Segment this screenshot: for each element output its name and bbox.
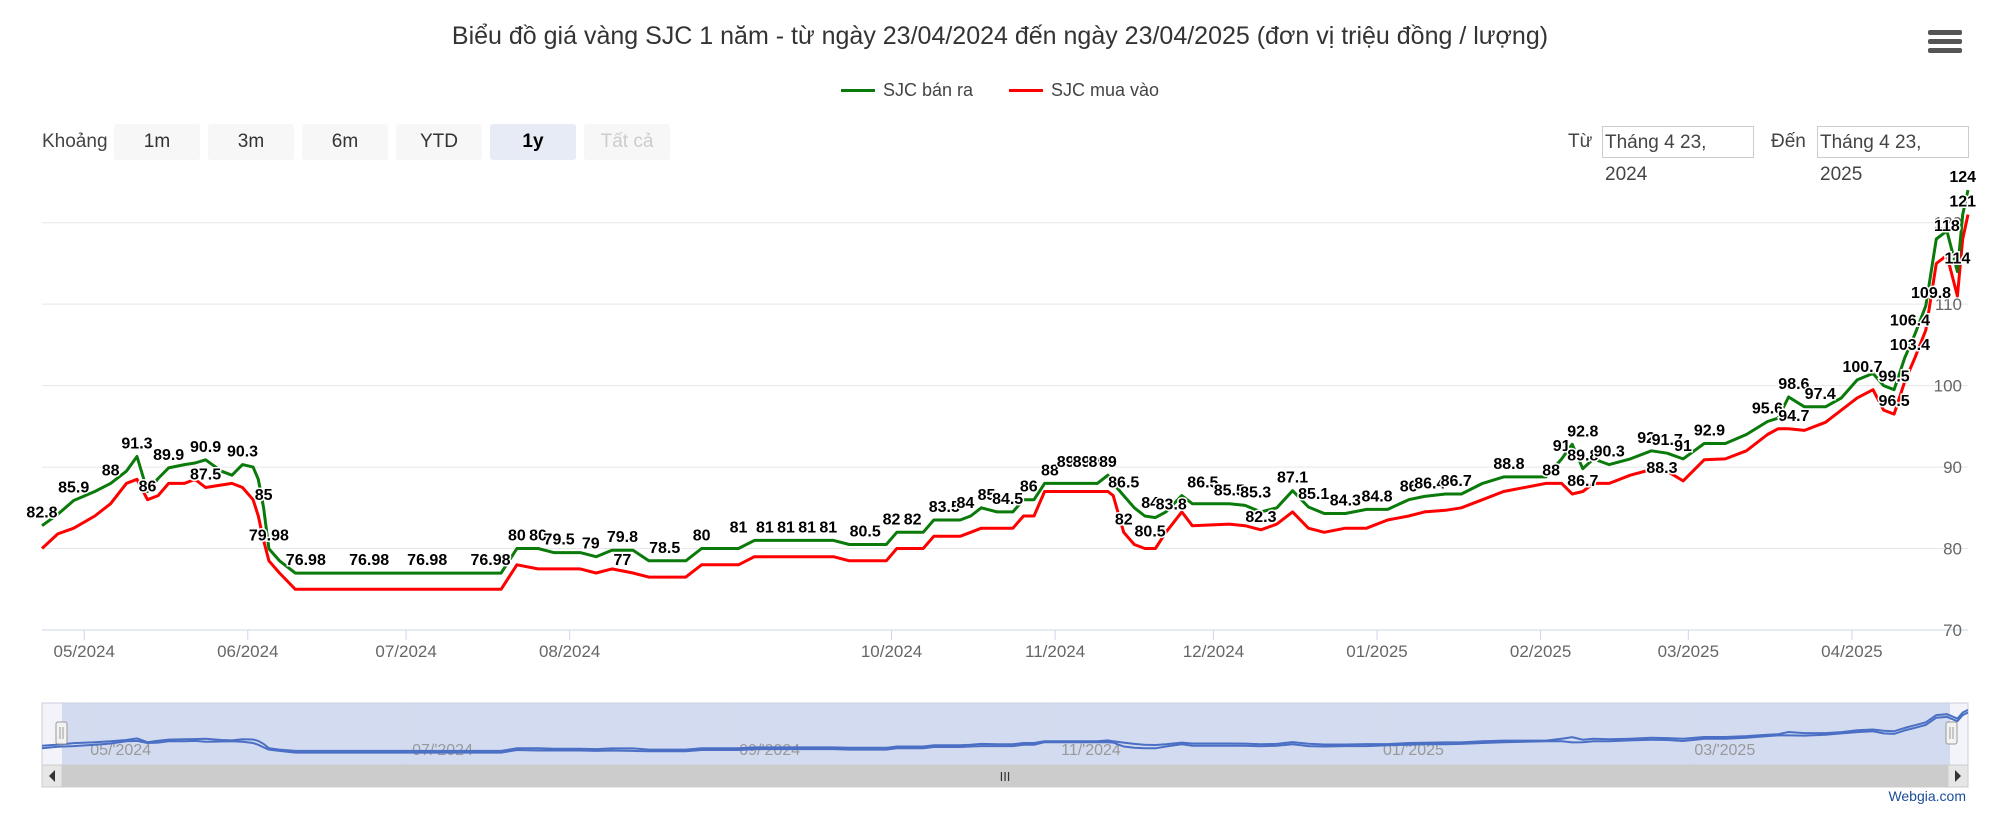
data-label: 85.3 [1240, 484, 1271, 501]
data-label: 76.98 [470, 552, 510, 569]
data-label: 82.3 [1245, 509, 1276, 526]
series-lines [40, 189, 1970, 591]
data-label: 100.7 [1842, 359, 1882, 376]
x-axis: 05/2024 06/2024 07/2024 08/2024 10/2024 11/20… [53, 630, 1883, 661]
data-label: 88 [1542, 462, 1560, 479]
data-label: 88.8 [1493, 456, 1524, 473]
data-labels: 82.885.98891.38689.9 90.987.590.38579.987… [25, 168, 1978, 571]
data-label: 84 [957, 495, 975, 512]
data-label: 76.98 [286, 552, 326, 569]
y-tick-label: 70 [1943, 621, 1962, 640]
data-label: 78.5 [649, 540, 680, 557]
data-label: 83.8 [1156, 497, 1187, 514]
data-label: 84.8 [1361, 488, 1392, 505]
data-label: 86 [139, 479, 157, 496]
data-label: 85.9 [58, 479, 89, 496]
scrollbar-grip-icon: III [1000, 769, 1011, 784]
series-line-sell [41, 189, 1970, 575]
x-tick-label: 02/2025 [1510, 642, 1571, 661]
data-label: 109.8 [1911, 285, 1951, 302]
data-label: 88.3 [1646, 460, 1677, 477]
data-label: 91.3 [121, 436, 152, 453]
navigator-label: 09/'2024 [739, 742, 800, 759]
data-label: 83.5 [929, 499, 960, 516]
x-tick-label: 08/2024 [539, 642, 600, 661]
x-tick-label: 03/2025 [1658, 642, 1719, 661]
data-label: 85.1 [1298, 486, 1329, 503]
y-tick-label: 100 [1934, 377, 1962, 396]
navigator: 05/'2024 07/'2024 09/'2024 11/'2024 01/'2025… [41, 702, 1969, 766]
navigator-label: 03/'2025 [1694, 742, 1755, 759]
data-label: 80 [693, 528, 711, 545]
data-label: 80.5 [850, 523, 881, 540]
scrollbar: III [41, 764, 1969, 788]
data-label: 82 [1115, 511, 1133, 528]
data-label: 92.9 [1694, 422, 1725, 439]
data-label: 103.4 [1890, 337, 1930, 354]
y-tick-label: 80 [1943, 540, 1962, 559]
data-label: 86 [1020, 479, 1038, 496]
data-label: 80.5 [1135, 523, 1166, 540]
data-label: 76.98 [349, 552, 389, 569]
data-label: 77 [614, 552, 632, 569]
data-label: 85 [255, 487, 273, 504]
data-label: 90.3 [1594, 444, 1625, 461]
x-tick-label: 04/2025 [1821, 642, 1882, 661]
data-label: 79.5 [544, 532, 575, 549]
data-label: 99.5 [1879, 369, 1910, 386]
credits-link[interactable]: Webgia.com [1888, 788, 1966, 804]
data-label: 91 [1674, 438, 1692, 455]
data-label: 89.9 [153, 447, 184, 464]
data-label: 90.9 [190, 439, 221, 456]
data-label: 94.7 [1778, 408, 1809, 425]
data-label: 80 [508, 528, 526, 545]
data-label: 96.5 [1879, 393, 1910, 410]
data-label: 86.7 [1567, 473, 1598, 490]
data-label: 92.8 [1567, 423, 1598, 440]
data-label: 86.7 [1441, 473, 1472, 490]
x-tick-label: 01/2025 [1346, 642, 1407, 661]
data-label: 124 [1949, 169, 1976, 186]
data-label: 79.98 [249, 528, 289, 545]
data-label: 86.5 [1108, 475, 1139, 492]
price-chart: 708090100110120 05/2024 06/2024 07/2024 08/… [25, 168, 1978, 788]
data-label: 106.4 [1890, 313, 1930, 330]
data-label: 82 [883, 511, 901, 528]
data-label: 88 [102, 462, 120, 479]
data-label: 81 [777, 519, 795, 536]
data-label: 87.5 [190, 466, 221, 483]
data-label: 82 [904, 511, 922, 528]
data-label: 87.1 [1277, 470, 1308, 487]
series-line-buy [40, 214, 1970, 591]
x-tick-label: 12/2024 [1183, 642, 1244, 661]
x-tick-label: 05/2024 [53, 642, 114, 661]
data-label: 81 [756, 519, 774, 536]
data-label: 82.8 [26, 505, 57, 522]
x-tick-label: 10/2024 [861, 642, 922, 661]
data-label: 97.4 [1805, 386, 1836, 403]
data-label: 121 [1949, 194, 1976, 211]
data-label: 118 [1934, 218, 1960, 235]
navigator-label: 11/'2024 [1061, 742, 1121, 759]
data-label: 90.3 [227, 444, 258, 461]
x-tick-label: 11/2024 [1025, 642, 1085, 661]
grid-lines [42, 222, 1968, 631]
data-label: 81 [819, 519, 837, 536]
data-label: 76.98 [407, 552, 447, 569]
data-label: 81 [730, 519, 748, 536]
data-label: 79 [582, 536, 600, 553]
data-label: 84.5 [992, 491, 1023, 508]
navigator-right-handle[interactable] [1945, 721, 1958, 745]
navigator-left-handle[interactable] [55, 721, 68, 745]
navigator-selected-range[interactable] [62, 703, 1950, 765]
data-label: 84.3 [1330, 493, 1361, 510]
data-label: 79.8 [607, 529, 638, 546]
x-tick-label: 06/2024 [217, 642, 278, 661]
x-tick-label: 07/2024 [375, 642, 436, 661]
y-tick-label: 90 [1943, 458, 1962, 477]
data-label: 81 [798, 519, 816, 536]
data-label: 114 [1945, 251, 1971, 268]
data-label: 89 [1099, 454, 1117, 471]
